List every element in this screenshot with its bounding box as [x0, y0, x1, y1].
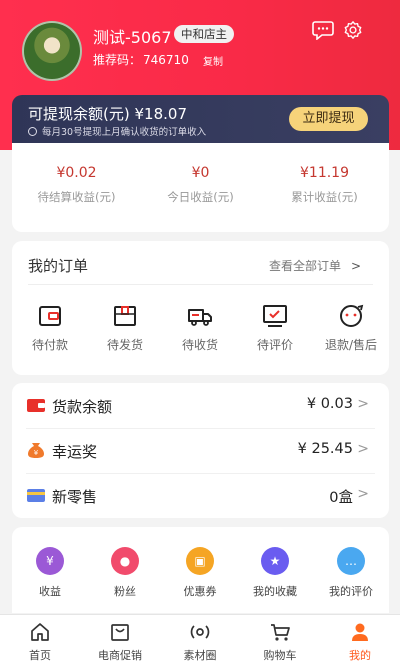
divider [28, 284, 373, 285]
tab-home[interactable]: 首页 [0, 621, 80, 663]
order-pending-receipt[interactable]: 待收货 [162, 304, 238, 353]
earnings-value: ¥0 [191, 165, 210, 181]
clock-icon [28, 127, 37, 136]
wallet-row-value: 0盒 [329, 490, 353, 506]
earnings-label: 累计收益(元) [291, 190, 358, 204]
refund-icon [340, 304, 364, 327]
truck-icon [188, 309, 212, 326]
wallet-red-icon [27, 399, 45, 412]
wallet-row-lucky-prize[interactable]: ¥ 幸运奖 ¥ 25.45 > [12, 428, 389, 473]
home-icon [31, 623, 49, 641]
tool-coupon[interactable]: ▣ 优惠券 [162, 547, 238, 599]
balance-amount: ¥18.07 [134, 105, 188, 123]
tab-cart[interactable]: 购物车 [240, 621, 320, 663]
tab-label: 购物车 [263, 649, 297, 662]
tab-label: 我的 [349, 649, 371, 662]
withdraw-button[interactable]: 立即提现 [289, 107, 368, 131]
favorite-icon: ★ [261, 547, 289, 575]
tool-favorites[interactable]: ★ 我的收藏 [237, 547, 313, 599]
tool-fans[interactable]: ● 粉丝 [87, 547, 163, 599]
review-icon [263, 305, 287, 327]
earnings-today[interactable]: ¥0 今日收益(元) [138, 165, 263, 205]
cart-icon [271, 624, 290, 641]
wallet-row-payment-balance[interactable]: 货款余额 ¥ 0.03 > [12, 383, 389, 428]
tool-income[interactable]: ¥ 收益 [12, 547, 88, 599]
tool-my-reviews[interactable]: … 我的评价 [313, 547, 389, 599]
view-all-orders-label: 查看全部订单 [269, 259, 342, 273]
referral-label: 推荐码： [93, 53, 142, 67]
balance-tip: 每月30号提现上月确认收货的订单收入 [28, 124, 206, 138]
gear-icon[interactable] [342, 20, 364, 40]
tab-mine[interactable]: 我的 [320, 621, 400, 663]
tool-label: 我的收藏 [253, 585, 297, 598]
balance-label: 可提现余额(元) [28, 105, 130, 123]
fans-icon: ● [111, 547, 139, 575]
wallet-row-value: ¥ 0.03 [306, 396, 353, 412]
order-pending-payment[interactable]: 待付款 [12, 304, 88, 353]
balance-title: 可提现余额(元) ¥18.07 [28, 103, 187, 124]
order-label: 待发货 [106, 338, 143, 352]
earnings-pending[interactable]: ¥0.02 待结算收益(元) [14, 165, 139, 205]
order-pending-review[interactable]: 待评价 [237, 304, 313, 353]
chevron-right-icon: > [357, 486, 369, 502]
shop-icon [111, 624, 129, 641]
role-badge: 中和店主 [174, 25, 234, 43]
tab-ecommerce-promo[interactable]: 电商促销 [80, 621, 160, 663]
chevron-right-icon: > [351, 259, 362, 273]
wallet-card: 货款余额 ¥ 0.03 > ¥ 幸运奖 ¥ 25.45 > 新零售 0盒 > [12, 383, 389, 518]
tool-label: 粉丝 [114, 585, 136, 598]
order-label: 待评价 [256, 338, 293, 352]
wallet-row-label: 新零售 [52, 488, 98, 506]
box-icon [114, 306, 136, 326]
earnings-value: ¥11.19 [300, 165, 349, 181]
view-all-orders-link[interactable]: 查看全部订单 > [269, 257, 361, 274]
order-refund-aftersale[interactable]: 退款/售后 [313, 304, 389, 353]
my-orders-card: 我的订单 查看全部订单 > 待付款 待发货 待收货 待评价 退款/售后 [12, 241, 389, 375]
earnings-label: 今日收益(元) [167, 190, 234, 204]
message-icon[interactable] [312, 20, 334, 40]
order-label: 退款/售后 [324, 338, 378, 352]
referral-code: 推荐码： 746710 [93, 51, 189, 68]
copy-button[interactable]: 复制 [203, 53, 223, 68]
referral-value: 746710 [143, 53, 189, 67]
card-icon [27, 489, 45, 502]
earnings-value: ¥0.02 [56, 165, 97, 181]
tab-label: 素材圈 [183, 649, 217, 662]
tool-label: 优惠券 [183, 585, 217, 598]
wallet-row-value: ¥ 25.45 [297, 441, 353, 457]
tool-label: 收益 [39, 585, 61, 598]
comment-icon: … [337, 547, 365, 575]
svg-text:¥: ¥ [34, 449, 39, 457]
earnings-total[interactable]: ¥11.19 累计收益(元) [262, 165, 387, 205]
income-icon: ¥ [36, 547, 64, 575]
tab-label: 首页 [29, 649, 51, 662]
material-icon [190, 625, 210, 639]
money-bag-icon: ¥ [28, 443, 44, 458]
avatar[interactable] [22, 21, 82, 81]
orders-title: 我的订单 [28, 257, 89, 275]
profile-icon [352, 623, 368, 641]
wallet-row-new-retail[interactable]: 新零售 0盒 > [12, 473, 389, 518]
order-label: 待收货 [181, 338, 218, 352]
chevron-right-icon: > [357, 441, 369, 457]
earnings-label: 待结算收益(元) [37, 190, 116, 204]
wallet-row-label: 货款余额 [52, 398, 113, 416]
balance-tip-text: 每月30号提现上月确认收货的订单收入 [42, 127, 207, 138]
order-pending-shipment[interactable]: 待发货 [87, 304, 163, 353]
username: 测试-5067 [93, 28, 172, 47]
order-label: 待付款 [31, 338, 68, 352]
wallet-icon [39, 306, 61, 326]
coupon-icon: ▣ [186, 547, 214, 575]
tab-material-circle[interactable]: 素材圈 [160, 621, 240, 663]
earnings-summary: ¥0.02 待结算收益(元) ¥0 今日收益(元) ¥11.19 累计收益(元) [12, 143, 389, 232]
tools-grid: ¥ 收益 ● 粉丝 ▣ 优惠券 ★ 我的收藏 … 我的评价 [12, 527, 389, 613]
chevron-right-icon: > [357, 396, 369, 412]
tool-label: 我的评价 [329, 585, 373, 598]
wallet-row-label: 幸运奖 [52, 443, 98, 461]
bottom-tab-bar: 首页 电商促销 素材圈 购物车 我的 [0, 614, 400, 666]
tab-label: 电商促销 [98, 649, 142, 662]
